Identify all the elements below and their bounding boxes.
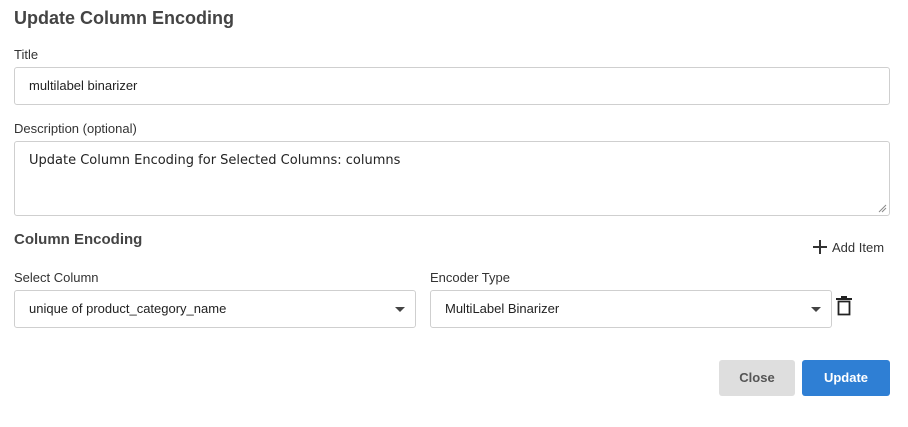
select-column-label: Select Column	[14, 270, 99, 285]
chevron-down-icon	[395, 307, 405, 312]
update-column-encoding-dialog: Update Column Encoding Title multilabel …	[0, 0, 908, 427]
resize-grip-icon[interactable]	[878, 204, 887, 213]
update-button[interactable]: Update	[802, 360, 890, 396]
encoder-type-value: MultiLabel Binarizer	[445, 301, 560, 316]
encoder-type-dropdown[interactable]: MultiLabel Binarizer	[430, 290, 832, 328]
add-item-label: Add Item	[832, 239, 885, 255]
plus-icon	[813, 240, 827, 254]
add-item-button[interactable]: Add Item	[812, 236, 884, 258]
select-column-dropdown[interactable]: unique of product_category_name	[14, 290, 416, 328]
select-column-value: unique of product_category_name	[29, 301, 227, 316]
title-input[interactable]: multilabel binarizer	[14, 67, 890, 105]
trash-icon[interactable]	[836, 296, 852, 316]
title-label: Title	[14, 47, 39, 62]
close-button[interactable]: Close	[719, 360, 795, 396]
description-value: Update Column Encoding for Selected Colu…	[29, 153, 401, 168]
description-textarea[interactable]: Update Column Encoding for Selected Colu…	[14, 141, 890, 216]
title-input-value: multilabel binarizer	[29, 78, 138, 93]
description-label: Description (optional)	[14, 121, 137, 136]
column-encoding-heading: Column Encoding	[14, 231, 143, 248]
chevron-down-icon	[811, 307, 821, 312]
dialog-title: Update Column Encoding	[14, 8, 234, 28]
encoder-type-label: Encoder Type	[430, 270, 510, 285]
